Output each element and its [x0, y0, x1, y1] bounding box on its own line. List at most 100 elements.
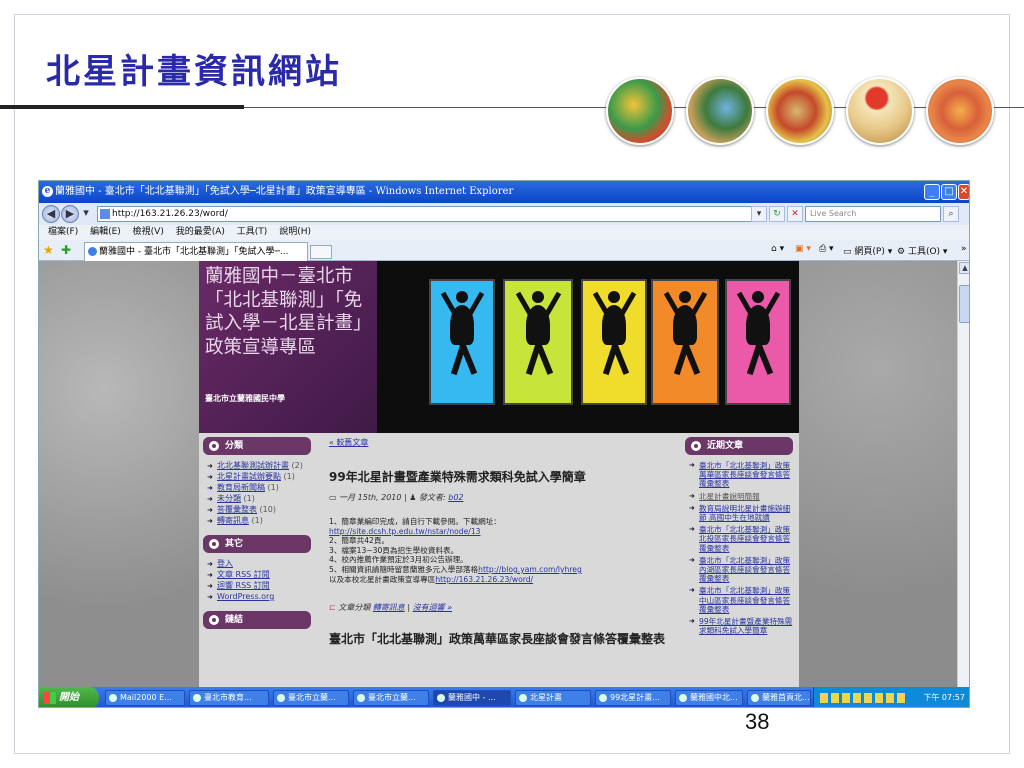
- address-input[interactable]: http://163.21.26.23/word/: [97, 206, 763, 222]
- vertical-scrollbar[interactable]: ▲: [957, 261, 969, 687]
- forward-button[interactable]: ▶: [61, 205, 79, 223]
- category-item[interactable]: 轉寄訊息 (1): [207, 516, 313, 526]
- page-icon: [100, 209, 110, 219]
- web-page: 蘭雅國中－臺北市「北北基聯測」「免試入學－北星計畫」政策宣導專區 臺北市立蘭雅國…: [39, 261, 957, 687]
- post-line: 2、簡章共42頁。: [329, 536, 390, 546]
- address-dropdown-icon[interactable]: ▾: [751, 206, 767, 222]
- browser-window: e 蘭雅國中 - 臺北市「北北基聯測」「免試入學─北星計畫」政策宣導專區 - W…: [38, 180, 970, 708]
- menu-tools[interactable]: 工具(T): [237, 225, 268, 240]
- taskbar-item[interactable]: Mail2000 E...: [105, 690, 185, 706]
- wordpress-link[interactable]: WordPress.org: [207, 592, 313, 602]
- author-icon: ♟: [409, 493, 417, 502]
- apple-books-image-icon: [846, 77, 914, 145]
- recent-post-item[interactable]: 北星計畫說明簡報: [689, 492, 795, 501]
- older-posts-link[interactable]: « 較舊文章: [329, 437, 679, 448]
- children-image-icon: [926, 77, 994, 145]
- menu-edit[interactable]: 編輯(E): [90, 225, 121, 240]
- menu-view[interactable]: 檢視(V): [133, 225, 164, 240]
- task-icon: [519, 694, 527, 702]
- title-accent-bar: [0, 105, 244, 109]
- taskbar-item[interactable]: 北星計畫: [515, 690, 591, 706]
- task-icon: [679, 694, 687, 702]
- taskbar-item[interactable]: 蘭雅國中北...: [675, 690, 743, 706]
- recent-post-item[interactable]: 臺北市「北北基聯測」政策中山區家長座談會發言條答覆彙整表: [689, 586, 795, 614]
- post-category-link[interactable]: 轉寄訊息: [373, 603, 405, 612]
- refresh-icon[interactable]: ↻: [769, 206, 785, 222]
- minimize-button[interactable]: _: [924, 184, 940, 200]
- task-icon: [193, 694, 201, 702]
- tray-icons[interactable]: [820, 693, 906, 703]
- recent-post-item[interactable]: 臺北市「北北基聯測」政策北投區家長座談會發言條答覆彙整表: [689, 525, 795, 553]
- art-supplies-image-icon: [766, 77, 834, 145]
- globe-image-icon: [686, 77, 754, 145]
- more-chevron-icon[interactable]: »: [961, 244, 967, 254]
- category-item[interactable]: 答覆彙整表 (10): [207, 505, 313, 515]
- post-link[interactable]: http://site.dcsh.tp.edu.tw/nstar/node/13: [329, 527, 679, 537]
- new-tab-button[interactable]: [310, 245, 332, 259]
- tools-menu-button[interactable]: ⚙ 工具(O) ▾: [897, 244, 947, 257]
- print-icon[interactable]: ⎙ ▾: [819, 244, 834, 254]
- maximize-button[interactable]: □: [941, 184, 957, 200]
- task-icon: [277, 694, 285, 702]
- category-item[interactable]: 北北基聯測試辦計畫 (2): [207, 461, 313, 471]
- menu-file[interactable]: 檔案(F): [48, 225, 78, 240]
- login-link[interactable]: 登入: [207, 559, 313, 569]
- clock[interactable]: 下午 07:57: [923, 693, 965, 702]
- site-title[interactable]: 蘭雅國中－臺北市「北北基聯測」「免試入學－北星計畫」政策宣導專區: [205, 265, 373, 359]
- category-item[interactable]: 未分類 (1): [207, 494, 313, 504]
- favorites-star-icon[interactable]: ★: [43, 243, 54, 257]
- browser-tab[interactable]: 蘭雅國中 - 臺北市「北北基聯測」「免試入學─...: [84, 242, 308, 261]
- post-link[interactable]: http://163.21.26.23/word/: [435, 575, 533, 584]
- bullet-icon: [209, 615, 219, 625]
- search-icon[interactable]: ⌕: [943, 206, 959, 222]
- post-line: 3、檔案13~30頁為招生學校資料表。: [329, 545, 459, 555]
- bullet-icon: [691, 441, 701, 451]
- taskbar-item[interactable]: 99北星計畫...: [595, 690, 671, 706]
- tab-ie-icon: [88, 247, 97, 256]
- category-item[interactable]: 北星計畫試辦要點 (1): [207, 472, 313, 482]
- header-text-box: 蘭雅國中－臺北市「北北基聯測」「免試入學－北星計畫」政策宣導專區 臺北市立蘭雅國…: [199, 261, 377, 433]
- start-button[interactable]: 開始: [39, 687, 99, 707]
- task-icon: [437, 694, 445, 702]
- post-title[interactable]: 99年北星計畫暨產業特殊需求類科免試入學簡章: [329, 468, 679, 485]
- task-icon: [357, 694, 365, 702]
- post-link[interactable]: http://blog.yam.com/lyhreg: [478, 565, 582, 574]
- folder-icon: ⊏: [329, 603, 336, 613]
- page-menu-button[interactable]: ▭ 網頁(P) ▾: [843, 244, 892, 257]
- left-sidebar: 分類 北北基聯測試辦計畫 (2) 北星計畫試辦要點 (1) 教育局新聞稿 (1)…: [203, 437, 313, 629]
- add-favorite-icon[interactable]: ✚: [61, 243, 71, 257]
- address-bar: ◀ ▶ ▾ http://163.21.26.23/word/ ▾ ↻ ✕ Li…: [39, 203, 969, 225]
- slide: 北星計畫資訊網站 e 蘭雅國中 - 臺北市「北北基聯測」「免試入學─北星計畫」政…: [0, 0, 1024, 768]
- search-input[interactable]: Live Search: [805, 206, 941, 222]
- post-title-2[interactable]: 臺北市「北北基聯測」政策萬華區家長座談會發言條答覆彙整表: [329, 631, 679, 647]
- recent-post-item[interactable]: 99年北星計畫暨產業特殊需求類科免試入學簡章: [689, 617, 795, 635]
- menu-help[interactable]: 說明(H): [279, 225, 311, 240]
- menu-favorites[interactable]: 我的最愛(A): [176, 225, 225, 240]
- recent-post-item[interactable]: 臺北市「北北基聯測」政策內湖區家長座談會發言條答覆彙整表: [689, 556, 795, 584]
- category-item[interactable]: 教育局新聞稿 (1): [207, 483, 313, 493]
- stop-icon[interactable]: ✕: [787, 206, 803, 222]
- close-button[interactable]: ✕: [958, 184, 969, 200]
- back-button[interactable]: ◀: [42, 205, 60, 223]
- jumper-panel-green: [503, 279, 573, 405]
- history-dropdown-icon[interactable]: ▾: [80, 205, 92, 223]
- taskbar-item[interactable]: 臺北市立蘭...: [273, 690, 349, 706]
- comments-link[interactable]: 沒有迴響 »: [413, 603, 452, 612]
- feeds-icon[interactable]: ▣ ▾: [795, 244, 811, 254]
- comments-rss-link[interactable]: 迴響 RSS 訂閱: [207, 581, 313, 591]
- scroll-thumb[interactable]: [959, 285, 969, 323]
- recent-post-item[interactable]: 臺北市「北北基聯測」政策萬華區家長座談會發言條答覆彙整表: [689, 461, 795, 489]
- recent-post-item[interactable]: 教育局說明北星計畫施辦細節 高國中生在地就讀: [689, 504, 795, 522]
- taskbar-item[interactable]: 蘭雅首頁北...: [747, 690, 811, 706]
- post-author-link[interactable]: b02: [448, 493, 463, 502]
- posts-rss-link[interactable]: 文章 RSS 訂閱: [207, 570, 313, 580]
- taskbar-item[interactable]: 臺北市立蘭...: [353, 690, 429, 706]
- home-icon[interactable]: ⌂ ▾: [771, 244, 784, 254]
- taskbar-item-active[interactable]: 蘭雅國中 - ...: [433, 690, 511, 706]
- taskbar-item[interactable]: 臺北市教育...: [189, 690, 269, 706]
- recent-posts-heading: 近期文章: [685, 437, 793, 455]
- post-meta: ▭ 一月 15th, 2010 | ♟ 發文者: b02: [329, 493, 464, 502]
- scroll-up-icon[interactable]: ▲: [959, 262, 969, 274]
- task-icon: [751, 694, 759, 702]
- categories-list: 北北基聯測試辦計畫 (2) 北星計畫試辦要點 (1) 教育局新聞稿 (1) 未分…: [203, 455, 313, 535]
